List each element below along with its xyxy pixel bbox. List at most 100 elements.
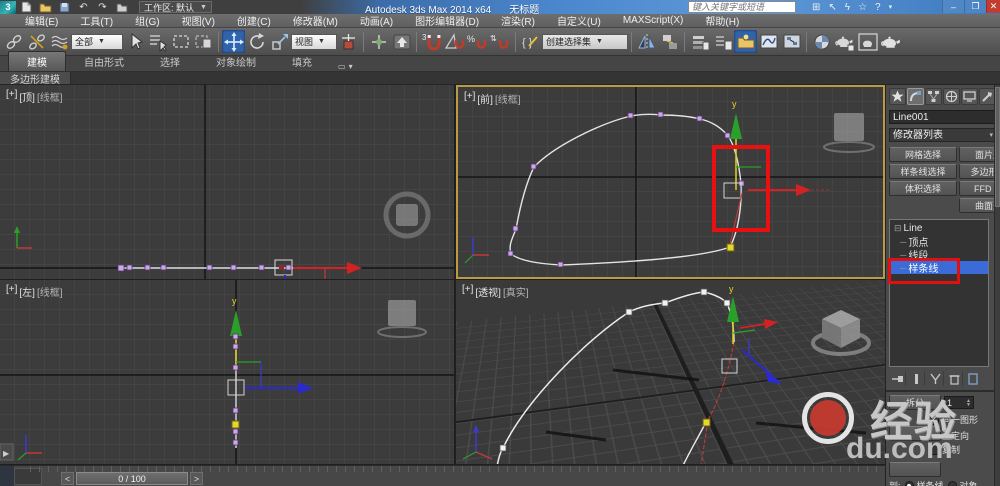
menu-help[interactable]: 帮助(H) [694,13,750,28]
ribbon-tab-populate[interactable]: 填充 [274,52,330,71]
menu-animation[interactable]: 动画(A) [349,13,404,28]
menu-tools[interactable]: 工具(T) [69,13,124,28]
undo-icon[interactable]: ↶ [76,1,91,13]
viewport-menu-view[interactable]: [透视] [475,284,501,299]
viewport-front-active[interactable]: [+] [前] [线框] y [456,85,885,279]
gizmo-x-arrow[interactable] [293,262,362,274]
render-production-icon[interactable] [879,30,902,53]
same-shape-checkbox[interactable]: ✓ 同一图形 [929,413,978,426]
panel-scrollbar[interactable] [994,85,1000,486]
viewport-menu-view[interactable]: [左] [19,284,35,299]
spline-select-button[interactable]: 样条线选择 [889,164,957,179]
save-file-icon[interactable] [57,1,72,13]
viewport-menu-shading[interactable]: [真实] [503,284,529,299]
select-and-move-icon[interactable] [222,30,245,53]
display-tab-icon[interactable] [961,88,978,105]
3dsmax-logo-icon[interactable]: 3 [0,0,16,14]
viewport-front-canvas[interactable]: y [458,87,885,279]
menu-group[interactable]: 组(G) [124,13,170,28]
help-caret-icon[interactable]: ▾ [889,3,893,11]
snap-toggle-3d-icon[interactable]: 3 [420,30,443,53]
gizmo-y-arrow[interactable]: y [230,296,242,336]
menu-create[interactable]: 创建(C) [226,13,282,28]
viewport-menu-plus[interactable]: [+] [6,89,17,104]
make-unique-icon[interactable] [927,371,944,386]
stack-item-line[interactable]: ⊟ Line [890,222,988,235]
chevron-down-icon[interactable]: ▾ [349,62,353,71]
spinner-snap-toggle-icon[interactable]: ⇅ [489,30,512,53]
viewcube[interactable] [383,191,431,239]
help-icon[interactable]: ? [875,2,881,13]
create-tab-icon[interactable] [889,88,906,105]
unlink-selection-icon[interactable] [25,30,48,53]
divide-button[interactable]: 拆分 [889,395,941,410]
viewcube[interactable] [377,300,427,338]
viewcube[interactable] [823,113,875,153]
menu-graph-editors[interactable]: 图形编辑器(D) [404,13,490,28]
copy-checkbox[interactable]: 复制 [929,443,1000,456]
modifier-list-dropdown[interactable]: 修改器列表 ▾ [889,128,997,142]
rendered-frame-window-icon[interactable] [856,30,879,53]
gizmo-x-arrow[interactable] [244,382,313,394]
rectangular-selection-region-icon[interactable] [169,30,192,53]
explode-button[interactable] [889,462,941,477]
select-object-icon[interactable] [123,30,146,53]
stack-item-vertex[interactable]: ─ 顶点 [890,235,988,250]
spinner-arrows-icon[interactable]: ▲ ▼ [966,398,971,407]
use-pivot-point-icon[interactable] [337,30,360,53]
material-editor-icon[interactable] [810,30,833,53]
named-selection-sets-dropdown[interactable]: 创建选择集 ▼ [542,33,628,50]
viewcube[interactable] [811,310,871,356]
window-crossing-toggle-icon[interactable] [192,30,215,53]
workspace-dropdown[interactable]: 工作区: 默认 ▼ [139,1,212,13]
viewport-perspective[interactable]: [+] [透视] [真实] y [456,280,885,464]
hierarchy-tab-icon[interactable] [925,88,942,105]
keyboard-shortcut-override-icon[interactable] [390,30,413,53]
previous-frame-button[interactable]: < [61,472,74,485]
motion-tab-icon[interactable] [943,88,960,105]
select-and-link-icon[interactable] [2,30,25,53]
menu-modifiers[interactable]: 修改器(M) [282,13,349,28]
next-frame-button[interactable]: > [190,472,203,485]
configure-modifier-sets-icon[interactable] [965,371,982,386]
favorites-star-icon[interactable]: ☆ [858,2,867,13]
viewport-menu-plus[interactable]: [+] [464,91,475,106]
viewport-left[interactable]: [+] [左] [线框] y ▶ [0,280,454,464]
scene-explorer-icon[interactable] [711,30,734,53]
gizmo-y-arrow[interactable] [278,275,292,279]
communication-icon[interactable]: ↖ [828,2,836,13]
object-name-field[interactable]: Line001 [889,110,997,124]
gizmo-y-arrow[interactable]: y [727,284,739,344]
curve-editor-icon[interactable] [757,30,780,53]
viewport-menu-plus[interactable]: [+] [6,284,17,299]
render-setup-icon[interactable] [833,30,856,53]
maximize-button[interactable]: ❐ [964,0,986,13]
open-file-icon[interactable] [38,1,53,13]
viewport-left-canvas[interactable]: y ▶ [0,280,454,464]
viewport-top-canvas[interactable] [0,85,454,279]
viewport-persp-canvas[interactable]: y [456,280,885,464]
mirror-icon[interactable] [635,30,658,53]
mesh-select-button[interactable]: 网格选择 [889,147,957,162]
viewport-menu-shading[interactable]: [线框] [37,89,63,104]
remove-modifier-icon[interactable] [946,371,963,386]
project-folder-icon[interactable] [114,1,129,13]
to-splines-radio[interactable]: 样条线 [904,479,944,486]
selection-filter-dropdown[interactable]: 全部 ▼ [71,33,123,50]
divide-count-spinner[interactable]: 1 ▲ ▼ [944,396,974,409]
reference-coordinate-dropdown[interactable]: 视图 ▼ [291,33,337,50]
menu-views[interactable]: 视图(V) [171,13,226,28]
gizmo-z-arrow[interactable] [741,349,782,384]
schematic-view-icon[interactable] [780,30,803,53]
ribbon-minimize-icon[interactable]: ▭ [338,62,346,71]
angle-snap-toggle-icon[interactable] [443,30,466,53]
viewport-menu-view[interactable]: [顶] [19,89,35,104]
viewport-top[interactable]: [+] [顶] [线框] [0,85,454,279]
modify-tab-icon[interactable] [907,88,924,105]
pin-stack-icon[interactable] [889,371,906,386]
new-scene-icon[interactable] [19,1,34,13]
gizmo-x-arrow[interactable] [739,319,778,329]
menu-rendering[interactable]: 渲染(R) [490,13,546,28]
close-button[interactable]: ✕ [986,0,1000,13]
percent-snap-toggle-icon[interactable]: % [466,30,489,53]
